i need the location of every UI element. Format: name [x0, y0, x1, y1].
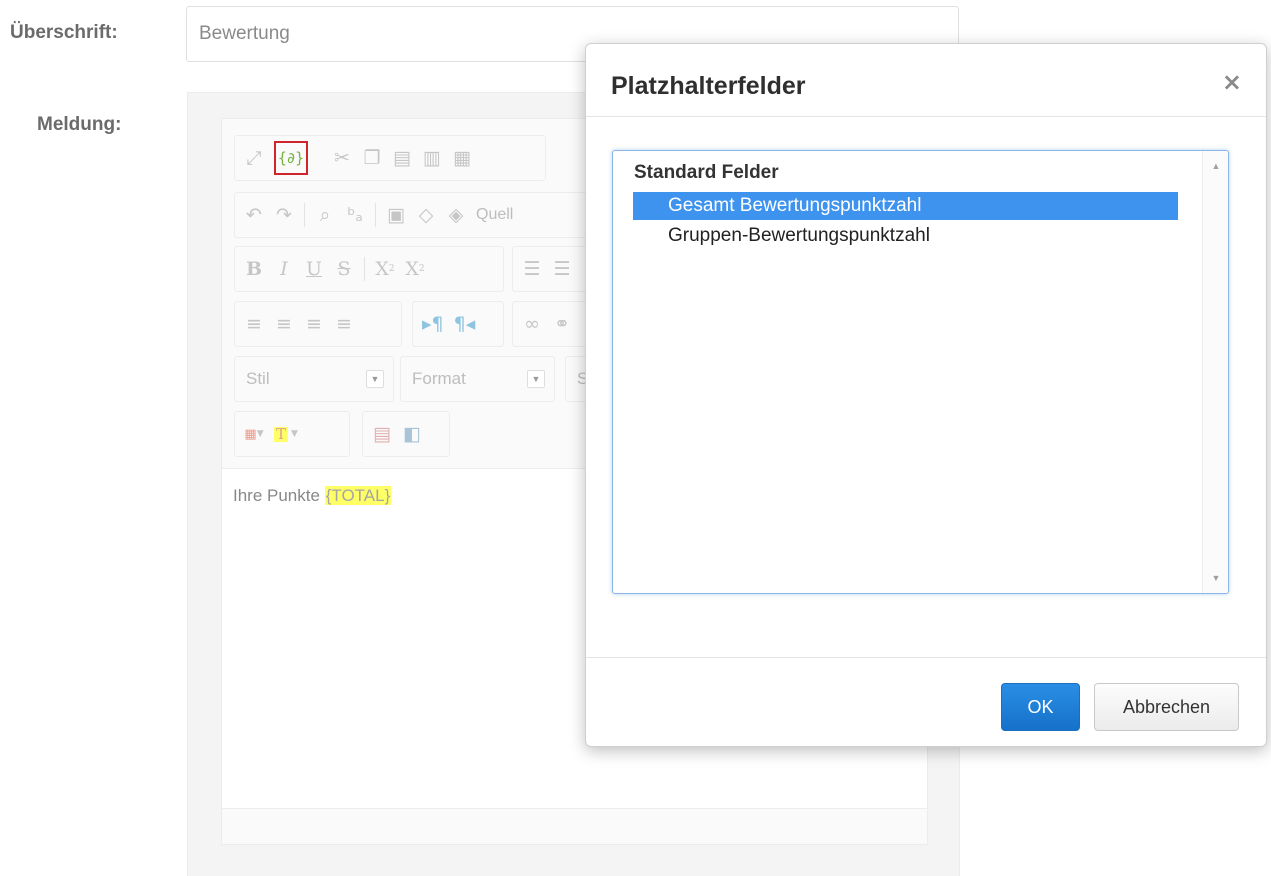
link-icon[interactable]: ∞: [522, 311, 542, 337]
placeholder-insert-button[interactable]: {∂}: [274, 141, 308, 175]
unlink-icon[interactable]: ⚭: [552, 311, 572, 337]
list-item-group-score[interactable]: Gruppen-Bewertungspunktzahl: [633, 222, 1178, 250]
subscript-button[interactable]: X2: [375, 256, 395, 282]
paste-icon[interactable]: ▤: [392, 145, 412, 171]
maximize-icon[interactable]: ⤢: [244, 145, 264, 171]
copy-icon[interactable]: ❐: [362, 145, 382, 171]
scroll-up-icon[interactable]: ▲: [1203, 155, 1228, 177]
replace-icon[interactable]: ᵇₐ: [345, 202, 365, 228]
source-icon[interactable]: ◈: [446, 202, 466, 228]
bg-color-icon[interactable]: ▦ ▼: [244, 421, 264, 447]
bold-button[interactable]: B: [244, 256, 264, 282]
toolbar-group-basic-styles: B I U S X2 X2: [234, 246, 504, 292]
italic-button[interactable]: I: [274, 256, 294, 282]
scroll-down-icon[interactable]: ▼: [1203, 567, 1228, 589]
dialog-header: Platzhalterfelder ×: [586, 44, 1266, 117]
format-dropdown-label: Format: [412, 369, 466, 388]
superscript-label: X: [405, 257, 419, 280]
list-item-total-score[interactable]: Gesamt Bewertungspunktzahl: [633, 192, 1178, 220]
ok-button[interactable]: OK: [1001, 683, 1080, 731]
editor-footer: [222, 808, 927, 844]
undo-icon[interactable]: ↶: [244, 202, 264, 228]
toolbar-group-align: ≡ ≡ ≡ ≡: [234, 301, 402, 347]
source-button-label[interactable]: Quell: [476, 206, 513, 224]
table-icon[interactable]: ▤: [372, 421, 392, 447]
style-dropdown[interactable]: Stil ▼: [234, 356, 394, 402]
paste-text-icon[interactable]: ▥: [422, 145, 442, 171]
text-color-button[interactable]: T ▼: [274, 421, 298, 447]
list-group-label: Standard Felder: [634, 162, 779, 183]
dialog-footer: OK Abbrechen: [586, 657, 1266, 747]
cut-icon[interactable]: ✂: [332, 145, 352, 171]
toolbar-group-lists: ☰ ☰: [512, 246, 592, 292]
numbered-list-icon[interactable]: ☰: [522, 256, 542, 282]
style-dropdown-label: Stil: [246, 369, 270, 388]
toolbar-group-edit: ↶ ↷ ⌕ ᵇₐ ▣ ◇ ◈ Quell: [234, 192, 594, 238]
toolbar-group-clipboard: ⤢ {∂} ✂ ❐ ▤ ▥ ▦: [234, 135, 546, 181]
message-label: Meldung:: [37, 114, 122, 135]
toolbar-group-table: ▤ ◧: [362, 411, 450, 457]
toolbar-group-colors: ▦ ▼ T ▼: [234, 411, 350, 457]
align-justify-icon[interactable]: ≡: [334, 311, 354, 337]
chevron-down-icon: ▼: [527, 370, 545, 388]
format-dropdown[interactable]: Format ▼: [400, 356, 555, 402]
remove-format-icon[interactable]: ◇: [416, 202, 436, 228]
close-icon[interactable]: ×: [1222, 68, 1242, 96]
cancel-button[interactable]: Abbrechen: [1094, 683, 1239, 731]
block-icon[interactable]: ◧: [402, 421, 422, 447]
align-right-icon[interactable]: ≡: [304, 311, 324, 337]
superscript-button[interactable]: X2: [405, 256, 425, 282]
separator: [364, 257, 365, 281]
content-text: Ihre Punkte: [233, 486, 320, 505]
editor-content[interactable]: Ihre Punkte {TOTAL}: [233, 486, 392, 506]
strikethrough-button[interactable]: S: [334, 256, 354, 282]
select-all-icon[interactable]: ▣: [386, 202, 406, 228]
chevron-down-icon: ▼: [366, 370, 384, 388]
placeholder-token: {TOTAL}: [324, 486, 392, 505]
toolbar-group-direction: ▸¶ ¶◂: [412, 301, 504, 347]
rtl-icon[interactable]: ¶◂: [454, 311, 476, 337]
underline-button[interactable]: U: [304, 256, 324, 282]
bullet-list-icon[interactable]: ☰: [552, 256, 572, 282]
paste-word-icon[interactable]: ▦: [452, 145, 472, 171]
separator: [375, 203, 376, 227]
heading-label: Überschrift:: [10, 22, 118, 43]
text-color-label: T: [274, 424, 289, 443]
separator: [304, 203, 305, 227]
align-left-icon[interactable]: ≡: [244, 311, 264, 337]
placeholder-dialog: Platzhalterfelder × Standard Felder Gesa…: [585, 43, 1267, 747]
subscript-label: X: [375, 257, 389, 280]
toolbar-group-links: ∞ ⚭: [512, 301, 592, 347]
listbox-scrollbar[interactable]: ▲ ▼: [1202, 151, 1228, 593]
find-icon[interactable]: ⌕: [315, 202, 335, 228]
dialog-title: Platzhalterfelder: [611, 72, 806, 100]
ltr-icon[interactable]: ▸¶: [422, 311, 444, 337]
align-center-icon[interactable]: ≡: [274, 311, 294, 337]
placeholder-listbox[interactable]: Standard Felder Gesamt Bewertungspunktza…: [612, 150, 1229, 594]
redo-icon[interactable]: ↷: [274, 202, 294, 228]
